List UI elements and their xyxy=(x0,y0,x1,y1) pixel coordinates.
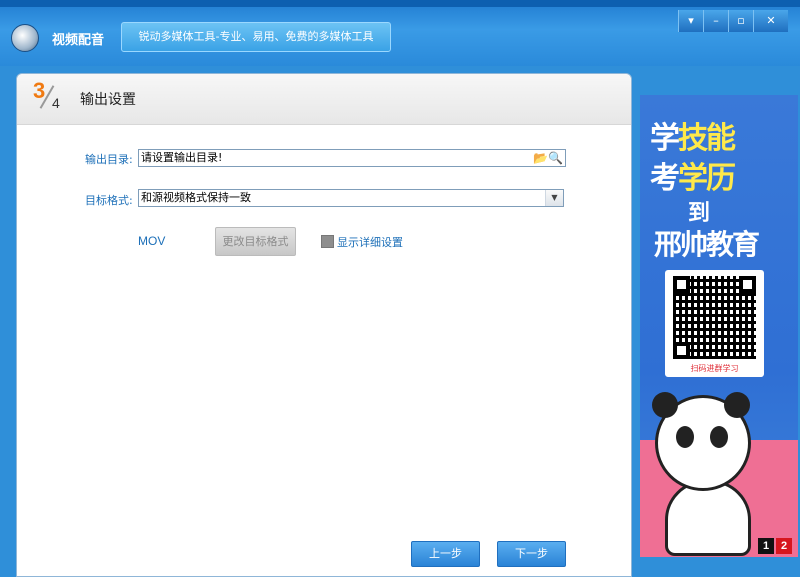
maximize-button[interactable]: ▫ xyxy=(728,10,753,32)
output-dir-field[interactable]: 请设置输出目录! 📂🔍 xyxy=(138,149,566,167)
menu-dropdown-icon[interactable]: ▾ xyxy=(678,10,703,32)
ad-line1-b: 技能 xyxy=(678,121,736,156)
next-step-button[interactable]: 下一步 xyxy=(497,541,566,567)
ad-pager: 1 2 xyxy=(758,538,792,554)
close-button[interactable]: ✕ xyxy=(753,10,788,32)
ad-page-2[interactable]: 2 xyxy=(776,538,792,554)
panda-ear-left xyxy=(652,392,678,418)
panda-body xyxy=(665,480,751,556)
ad-line1-a: 学 xyxy=(650,121,680,156)
qr-finder-bottom-left xyxy=(673,342,690,359)
top-strip xyxy=(0,0,800,7)
prev-step-button[interactable]: 上一步 xyxy=(411,541,480,567)
chevron-down-icon[interactable]: ▼ xyxy=(545,190,563,206)
browse-folder-icon[interactable]: 📂🔍 xyxy=(533,150,563,166)
ad-brand-name: 邢帅教育 xyxy=(654,228,760,261)
ad-line2-a: 考 xyxy=(650,161,680,196)
ad-page-1[interactable]: 1 xyxy=(758,538,774,554)
output-dir-label: 输出目录: xyxy=(85,153,133,166)
panda-ear-right xyxy=(724,392,750,418)
qr-finder-top-right xyxy=(739,276,756,293)
panda-eye-right xyxy=(710,426,728,448)
target-format-value: 和源视频格式保持一致 xyxy=(141,191,251,204)
title-bar: 视频配音 锐动多媒体工具-专业、易用、免费的多媒体工具 ▾ – ▫ ✕ xyxy=(0,0,800,66)
app-slogan-banner[interactable]: 锐动多媒体工具-专业、易用、免费的多媒体工具 xyxy=(121,22,391,52)
ad-headline-1: 学技能 xyxy=(650,113,736,157)
app-title: 视频配音 xyxy=(52,33,105,48)
output-settings-panel: 3 4 输出设置 输出目录: 请设置输出目录! 📂🔍 目标格式: 和源视频格式保… xyxy=(16,73,632,577)
step-total: 4 xyxy=(52,95,60,111)
target-format-label: 目标格式: xyxy=(85,194,133,207)
show-details-checkbox[interactable] xyxy=(321,235,334,248)
ad-line2-b: 学历 xyxy=(678,161,736,196)
panda-eye-left xyxy=(676,426,694,448)
ad-headline-2: 考学历 xyxy=(650,153,736,197)
qr-finder-top-left xyxy=(673,276,690,293)
window-controls: ▾ – ▫ ✕ xyxy=(678,10,788,32)
format-name: MOV xyxy=(138,234,166,248)
show-details-label[interactable]: 显示详细设置 xyxy=(337,234,403,250)
target-format-select[interactable]: 和源视频格式保持一致 ▼ xyxy=(138,189,564,207)
qr-caption: 扫码进群学习 xyxy=(690,364,739,373)
output-dir-value: 请设置输出目录! xyxy=(141,151,223,164)
qr-code-card[interactable]: 扫码进群学习 xyxy=(665,270,764,377)
change-format-button[interactable]: 更改目标格式 xyxy=(215,227,296,256)
page-title: 输出设置 xyxy=(80,92,136,108)
ad-banner[interactable]: 学技能 考学历 到 邢帅教育 扫码进群学习 1 2 xyxy=(640,95,798,557)
panel-header: 3 4 输出设置 xyxy=(17,74,631,125)
minimize-button[interactable]: – xyxy=(703,10,728,32)
panda-mascot-icon xyxy=(652,392,751,491)
app-logo-icon xyxy=(11,24,39,52)
